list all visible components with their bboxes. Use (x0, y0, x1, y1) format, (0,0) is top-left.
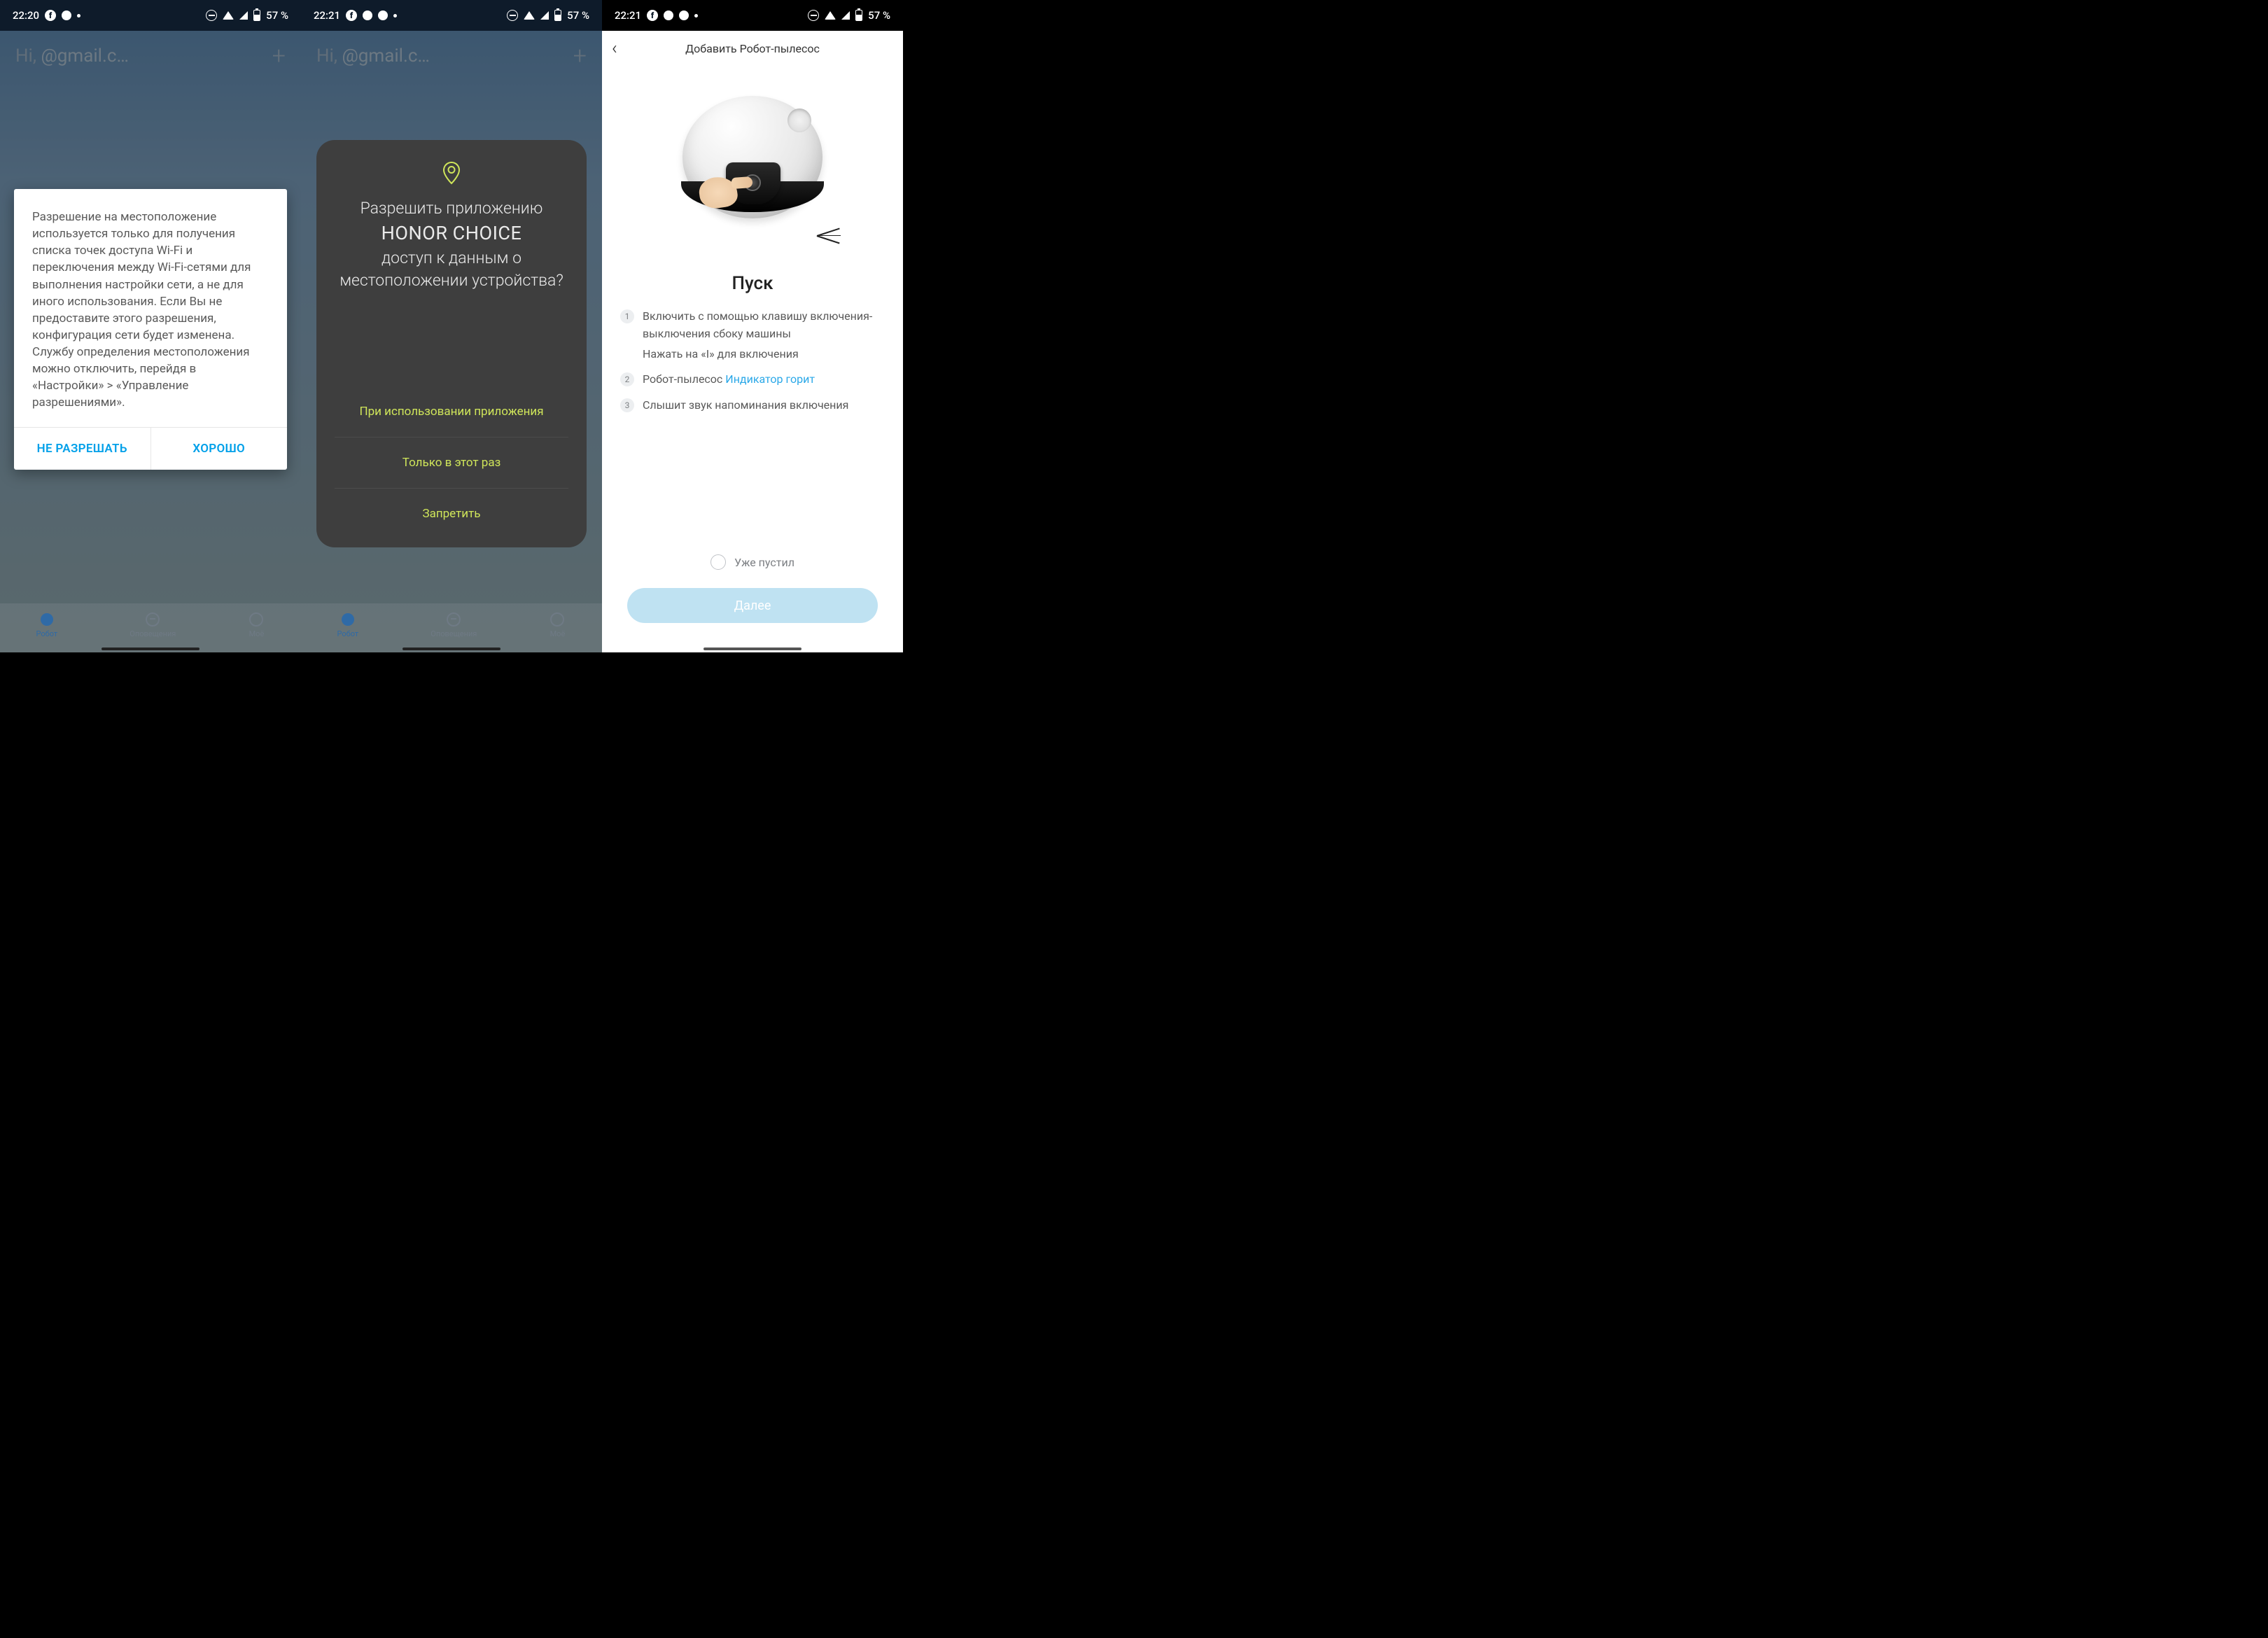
permission-options: При использовании приложения Только в эт… (335, 386, 568, 539)
setup-steps: 1 Включить с помощью клавишу включения-в… (602, 308, 903, 414)
robot-icon (38, 611, 55, 628)
facebook-notification-icon: f (346, 10, 357, 21)
notification-dot-icon (62, 10, 71, 20)
already-started-label: Уже пустил (734, 556, 794, 569)
tab-mine-label: Моё (249, 629, 265, 638)
notification-overflow-icon (77, 14, 80, 18)
facebook-notification-icon: f (647, 10, 658, 21)
permission-line1: Разрешить приложению (360, 199, 543, 218)
status-bar: 22:20 f 57 % (0, 0, 301, 31)
tab-alerts[interactable]: Оповещения (430, 611, 477, 638)
accessibility-icon (378, 10, 388, 20)
battery-icon (855, 10, 862, 21)
robot-icon (340, 611, 356, 628)
notification-overflow-icon (393, 14, 397, 18)
status-time: 22:21 (314, 9, 340, 22)
dnd-icon (206, 10, 217, 21)
tab-mine[interactable]: Моё (248, 611, 265, 638)
signal-icon (540, 11, 549, 20)
alerts-icon (144, 611, 161, 628)
tab-alerts-label: Оповещения (130, 629, 176, 638)
screen-add-robot: 22:21 f 57 % ‹ Добавить Робот-пылесос (602, 0, 903, 652)
bottom-tabbar: Робот Оповещения Моё (301, 603, 602, 652)
wifi-icon (524, 11, 535, 20)
tab-robot-label: Робот (36, 629, 58, 638)
battery-icon (253, 10, 260, 21)
mine-icon (549, 611, 566, 628)
tab-robot[interactable]: Робот (337, 611, 359, 638)
dnd-icon (507, 10, 518, 21)
step-1: 1 Включить с помощью клавишу включения-в… (620, 308, 885, 363)
status-bar: 22:21 f 57 % (301, 0, 602, 31)
status-time: 22:20 (13, 9, 39, 22)
wifi-icon (825, 11, 836, 20)
already-started-checkbox[interactable] (710, 554, 726, 570)
alerts-icon (445, 611, 462, 628)
product-illustration (602, 66, 903, 269)
battery-icon (554, 10, 561, 21)
battery-percent: 57 % (868, 9, 890, 22)
notification-dot-icon (664, 10, 673, 20)
android-nav-pill[interactable] (704, 648, 802, 650)
screen-location-rationale: Hi, @gmail.c… + Робот Оповещения Моё 22:… (0, 0, 301, 652)
tab-alerts-label: Оповещения (430, 629, 477, 638)
step-2: 2 Робот-пылесос Индикатор горит (620, 371, 885, 388)
step-3: 3 Слышит звук напоминания включения (620, 397, 885, 414)
status-time: 22:21 (615, 9, 641, 22)
notification-overflow-icon (694, 14, 698, 18)
deny-button[interactable]: НЕ РАЗРЕШАТЬ (14, 428, 150, 470)
bottom-tabbar: Робот Оповещения Моё (0, 603, 301, 652)
permission-title: Разрешить приложению HONOR CHOICE доступ… (335, 197, 568, 291)
dnd-icon (808, 10, 819, 21)
deny-permission-button[interactable]: Запретить (335, 488, 568, 539)
location-pin-icon (335, 161, 568, 188)
tab-robot-label: Робот (337, 629, 359, 638)
mine-icon (248, 611, 265, 628)
android-nav-pill[interactable] (402, 648, 500, 650)
back-button[interactable]: ‹ (612, 38, 617, 59)
dialog-actions: НЕ РАЗРЕШАТЬ ХОРОШО (14, 427, 287, 470)
screen-system-permission: Hi, @gmail.c… + Робот Оповещения Моё 22:… (301, 0, 602, 652)
permission-app-name: HONOR CHOICE (335, 220, 568, 246)
indicator-link[interactable]: Индикатор горит (725, 372, 815, 386)
page-title: Добавить Робот-пылесос (602, 42, 903, 55)
accessibility-icon (679, 10, 689, 20)
notification-dot-icon (363, 10, 372, 20)
battery-percent: 57 % (567, 9, 589, 22)
status-bar: 22:21 f 57 % (602, 0, 903, 31)
next-button[interactable]: Далее (627, 588, 878, 623)
tab-mine-label: Моё (550, 629, 566, 638)
section-heading: Пуск (602, 273, 903, 294)
page-topbar: ‹ Добавить Робот-пылесос (602, 31, 903, 66)
allow-while-using-button[interactable]: При использовании приложения (335, 386, 568, 437)
wifi-icon (223, 11, 234, 20)
step-number: 2 (620, 372, 634, 386)
tab-alerts[interactable]: Оповещения (130, 611, 176, 638)
dialog-message: Разрешение на местоположение используетс… (14, 189, 287, 427)
tab-mine[interactable]: Моё (549, 611, 566, 638)
allow-once-button[interactable]: Только в этот раз (335, 437, 568, 488)
signal-icon (841, 11, 850, 20)
android-nav-pill[interactable] (102, 648, 200, 650)
step-1-text-b: Нажать на «I» для включения (643, 346, 885, 363)
step-1-text-a: Включить с помощью клавишу включения-вык… (643, 309, 872, 340)
robot-vacuum-image (668, 96, 836, 239)
ok-button[interactable]: ХОРОШО (150, 428, 288, 470)
already-started-row[interactable]: Уже пустил (602, 554, 903, 570)
step-number: 1 (620, 309, 634, 323)
location-rationale-dialog: Разрешение на местоположение используетс… (14, 189, 287, 470)
battery-percent: 57 % (266, 9, 288, 22)
facebook-notification-icon: f (45, 10, 56, 21)
signal-icon (239, 11, 248, 20)
system-permission-sheet: Разрешить приложению HONOR CHOICE доступ… (316, 140, 587, 547)
step-3-text: Слышит звук напоминания включения (643, 397, 848, 414)
step-number: 3 (620, 398, 634, 412)
step-2-text: Робот-пылесос (643, 372, 725, 386)
permission-line2: доступ к данным о местоположении устройс… (340, 248, 564, 289)
tab-robot[interactable]: Робот (36, 611, 58, 638)
